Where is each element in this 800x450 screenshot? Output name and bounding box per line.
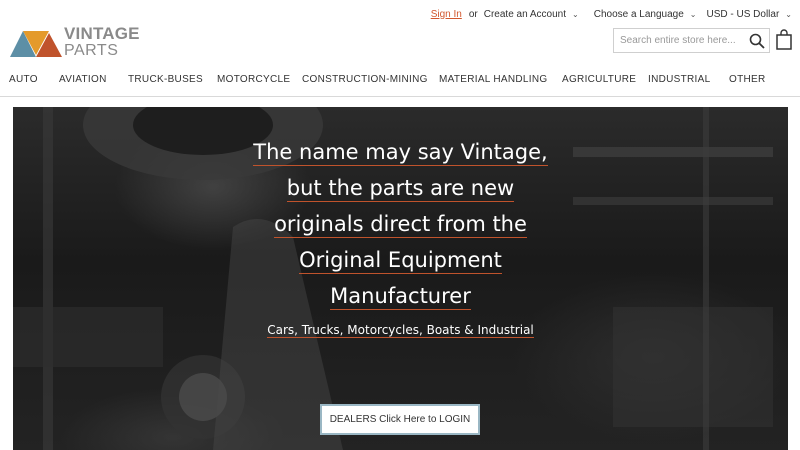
create-account-dropdown[interactable]: Create an Account ⌄ (484, 9, 579, 20)
utility-bar: Sign In or Create an Account ⌄ Choose a … (431, 7, 792, 21)
nav-item-material-handling[interactable]: MATERIAL HANDLING (439, 74, 547, 85)
hero-headline-line: Original Equipment (299, 248, 502, 274)
nav-item-truck-buses[interactable]: TRUCK-BUSES (128, 74, 203, 85)
hero-headline-line: originals direct from the (274, 212, 527, 238)
logo-mark-icon (10, 31, 62, 57)
chevron-down-icon: ⌄ (785, 9, 792, 19)
currency-dropdown[interactable]: USD - US Dollar ⌄ (707, 9, 793, 20)
hero-copy: The name may say Vintage, but the parts … (13, 134, 788, 338)
or-text: or (468, 8, 478, 20)
chevron-down-icon: ⌄ (689, 9, 697, 19)
nav-item-industrial[interactable]: INDUSTRIAL (648, 74, 710, 85)
nav-item-construction-mining[interactable]: CONSTRUCTION-MINING (302, 74, 428, 85)
nav-item-auto[interactable]: AUTO (9, 74, 38, 85)
nav-item-other[interactable]: OTHER (729, 74, 766, 85)
logo-text-parts: PARTS (64, 42, 119, 59)
hero-subheading: Cars, Trucks, Motorcycles, Boats & Indus… (267, 323, 534, 338)
language-label: Choose a Language (593, 8, 684, 20)
site-logo[interactable]: VINTAGE PARTS (10, 24, 140, 59)
dealer-login-button[interactable]: DEALERS Click Here to LOGIN (320, 404, 480, 435)
nav-divider (0, 96, 800, 97)
nav-item-motorcycle[interactable]: MOTORCYCLE (217, 74, 290, 85)
hero-headline-line: but the parts are new (286, 176, 515, 202)
shopping-bag-icon[interactable] (776, 29, 792, 50)
hero-headline-line: Manufacturer (330, 284, 471, 310)
hero-headline-line: The name may say Vintage, (253, 140, 548, 166)
search-icon[interactable] (745, 29, 769, 52)
sign-in-link[interactable]: Sign In (431, 9, 462, 20)
hero-banner: The name may say Vintage, but the parts … (13, 107, 788, 450)
search-box (613, 28, 770, 53)
search-input[interactable] (614, 29, 745, 52)
category-nav: AUTO AVIATION TRUCK-BUSES MOTORCYCLE CON… (0, 74, 800, 92)
currency-label: USD - US Dollar (706, 8, 780, 20)
language-dropdown[interactable]: Choose a Language ⌄ (594, 9, 697, 20)
logo-text-vintage: VINTAGE (64, 24, 140, 43)
create-account-label: Create an Account (483, 8, 567, 20)
chevron-down-icon: ⌄ (572, 9, 579, 19)
nav-item-agriculture[interactable]: AGRICULTURE (562, 74, 636, 85)
nav-item-aviation[interactable]: AVIATION (59, 74, 107, 85)
hero-headline: The name may say Vintage, but the parts … (13, 134, 788, 314)
